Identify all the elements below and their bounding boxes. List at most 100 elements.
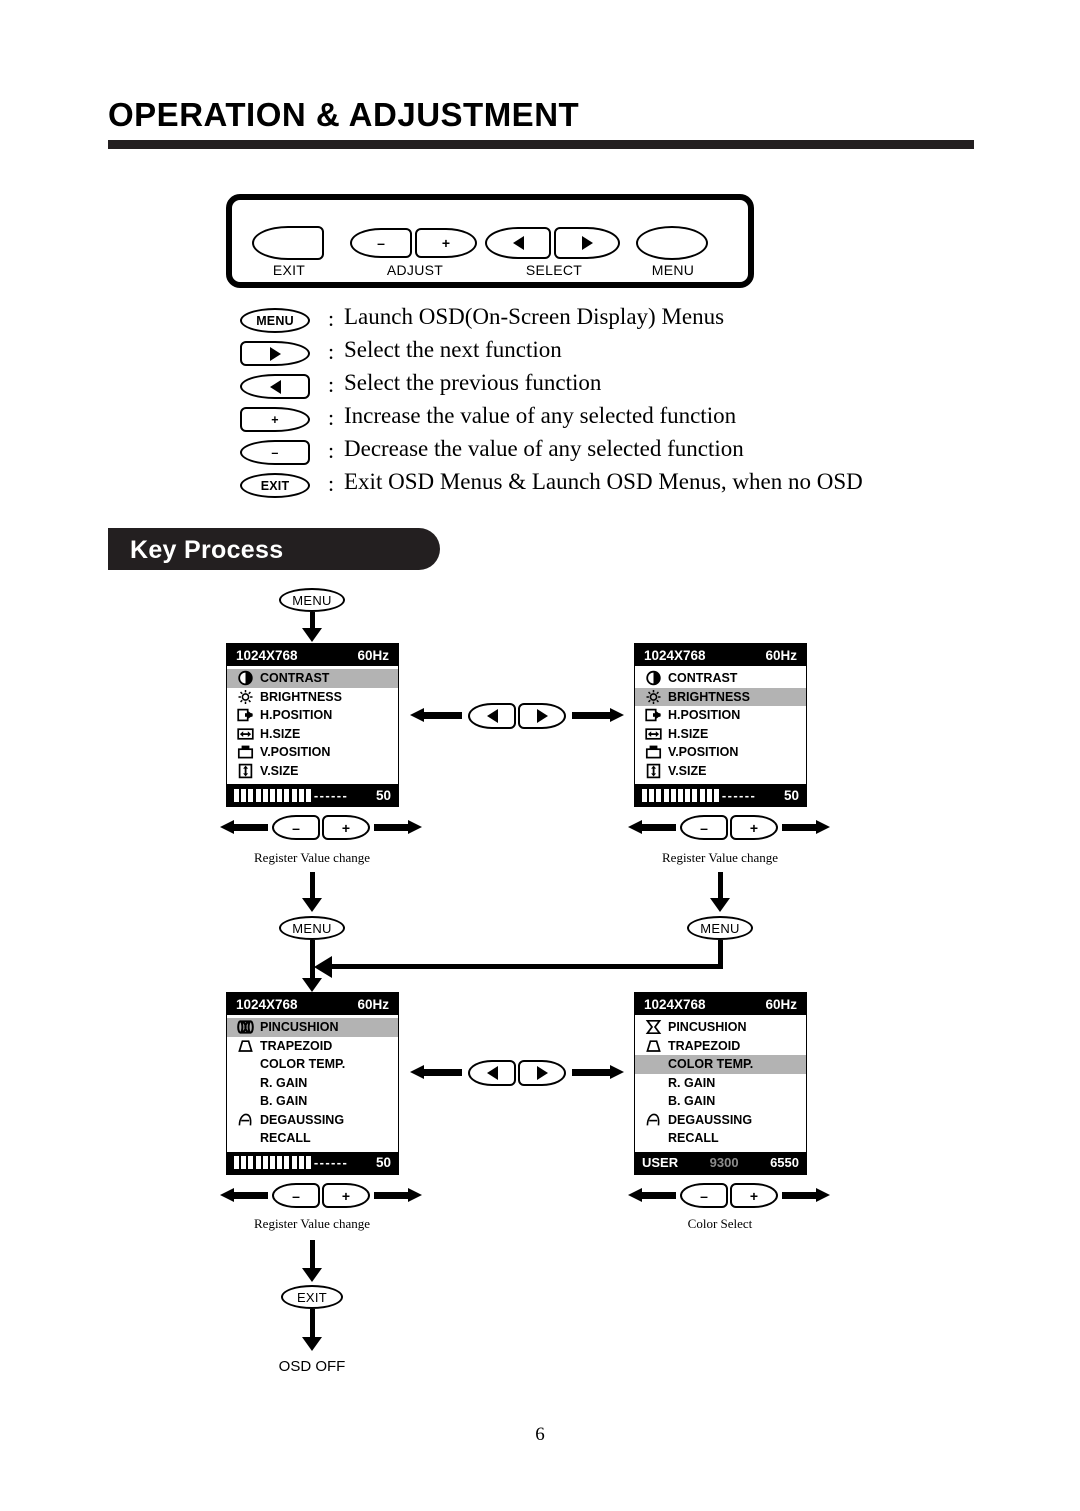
flow-adjust-minus-left[interactable]: –	[272, 815, 320, 840]
osd-menu-item[interactable]: TRAPEZOID	[227, 1037, 398, 1056]
flow-caption-register-value-change-right: Register Value change	[662, 850, 778, 865]
brightness-icon	[642, 689, 668, 705]
osd-menu-item-label: H.SIZE	[260, 726, 301, 741]
color-temp-option-6550[interactable]: 6550	[770, 1155, 799, 1170]
flow-exit-button[interactable]: EXIT	[281, 1285, 343, 1309]
osd-menu-item[interactable]: BRIGHTNESS	[227, 688, 398, 707]
exit-button[interactable]	[252, 226, 324, 260]
osd-menu-item-selected[interactable]: BRIGHTNESS	[635, 687, 806, 706]
osd-menu-item[interactable]: V.SIZE	[635, 762, 806, 781]
osd-menu-item[interactable]: V.SIZE	[227, 762, 398, 781]
osd-color-select-bar[interactable]: USER 9300 6550	[635, 1151, 806, 1174]
osd-menu-item[interactable]: TRAPEZOID	[635, 1037, 806, 1056]
osd-menu-item[interactable]: H.SIZE	[227, 725, 398, 744]
trapezoid-icon	[234, 1038, 260, 1054]
osd-menu-item-label: R. GAIN	[668, 1075, 716, 1090]
legend-description: Exit OSD Menus & Launch OSD Menus, when …	[344, 469, 863, 494]
legend-key-button[interactable]: EXIT	[240, 473, 310, 498]
flow-select-prev-button[interactable]	[468, 703, 516, 729]
right-arrow-button[interactable]	[554, 227, 620, 259]
button-glyph: –	[292, 819, 300, 836]
legend-colon: :	[328, 339, 335, 364]
flow-start-menu-button[interactable]: MENU	[279, 588, 345, 612]
trapezoid-icon	[642, 1038, 668, 1054]
legend-key-button[interactable]: –	[240, 440, 310, 465]
page-title: OPERATION & ADJUSTMENT	[108, 96, 580, 133]
flow-adjust-plus-left[interactable]: +	[322, 815, 370, 840]
flow-arrow-menu-left-to-panel3	[302, 978, 322, 992]
osd-menu-item[interactable]: DEGAUSSING	[635, 1111, 806, 1130]
osd-menu-item-label: R. GAIN	[260, 1075, 308, 1090]
osd-menu-item[interactable]: H.POSITION	[635, 706, 806, 725]
no-icon	[642, 1093, 668, 1109]
legend-row: : Select the previous function	[240, 370, 960, 405]
left-triangle-icon	[512, 236, 524, 250]
flow-arrow-return-head	[314, 955, 332, 978]
flow-adjust2-minus-left[interactable]: –	[272, 1183, 320, 1208]
button-glyph: +	[341, 819, 351, 836]
osd-menu-item-label: COLOR TEMP.	[260, 1057, 346, 1072]
osd-menu-item[interactable]: COLOR TEMP.	[227, 1055, 398, 1074]
osd-menu-item-selected[interactable]: COLOR TEMP.	[635, 1055, 806, 1074]
slider-filled-bars	[234, 1156, 311, 1169]
osd-menu-item-label: PINCUSHION	[260, 1020, 339, 1035]
osd-menu-item[interactable]: H.POSITION	[227, 706, 398, 725]
flow-arrow-adjust-left-left	[220, 820, 268, 834]
osd-menu-item[interactable]: H.SIZE	[635, 725, 806, 744]
plus-button[interactable]: +	[415, 228, 477, 258]
osd-header: 1024X768 60Hz	[635, 993, 806, 1015]
flow-arrow-menu-to-panel1	[302, 628, 322, 642]
osd-value-slider[interactable]: ------ 50	[227, 784, 398, 806]
flow-adjust2-plus-right[interactable]: +	[730, 1183, 778, 1208]
osd-menu-item[interactable]: RECALL	[227, 1129, 398, 1148]
osd-menu-item-label: RECALL	[668, 1131, 719, 1146]
button-glyph: +	[341, 1187, 351, 1204]
flow-adjust2-plus-left[interactable]: +	[322, 1183, 370, 1208]
legend-key-button[interactable]	[240, 374, 310, 399]
legend-key-glyph: –	[271, 445, 279, 460]
osd-value-slider[interactable]: ------ 50	[635, 784, 806, 806]
control-label-select: SELECT	[525, 262, 583, 278]
legend-key-glyph: MENU	[256, 313, 294, 328]
flow-adjust2-minus-right[interactable]: –	[680, 1183, 728, 1208]
osd-menu-item[interactable]: DEGAUSSING	[227, 1111, 398, 1130]
legend-key-button[interactable]: +	[240, 407, 310, 432]
color-temp-option-9300[interactable]: 9300	[710, 1155, 739, 1170]
osd-menu-item[interactable]: R. GAIN	[227, 1074, 398, 1093]
flow-adjust-plus-right[interactable]: +	[730, 815, 778, 840]
menu-button[interactable]	[636, 226, 708, 260]
flow-select-next-button[interactable]	[518, 703, 566, 729]
osd-menu-item[interactable]: V.POSITION	[635, 743, 806, 762]
osd-menu-item-label: COLOR TEMP.	[668, 1057, 754, 1072]
color-temp-option-user[interactable]: USER	[642, 1155, 678, 1170]
button-glyph: +	[749, 819, 759, 836]
osd-resolution: 1024X768	[644, 996, 706, 1012]
osd-menu-item[interactable]: B. GAIN	[635, 1092, 806, 1111]
page-number: 6	[535, 1424, 545, 1445]
osd-menu-item[interactable]: V.POSITION	[227, 743, 398, 762]
osd-menu-item[interactable]: CONTRAST	[635, 669, 806, 688]
flow-select-next-button-2[interactable]	[518, 1060, 566, 1086]
legend-row: –: Decrease the value of any selected fun…	[240, 436, 960, 471]
osd-value-slider[interactable]: ------ 50	[227, 1151, 398, 1174]
osd-menu-item[interactable]: PINCUSHION	[635, 1018, 806, 1037]
osd-menu-item-selected[interactable]: CONTRAST	[227, 669, 398, 688]
osd-menu-item[interactable]: RECALL	[635, 1129, 806, 1148]
flow-select-prev-button-2[interactable]	[468, 1060, 516, 1086]
minus-button[interactable]: –	[350, 228, 412, 258]
legend-key-button[interactable]	[240, 341, 310, 366]
button-glyph: –	[292, 1187, 300, 1204]
left-triangle-icon	[269, 379, 281, 394]
flow-adjust-minus-right[interactable]: –	[680, 815, 728, 840]
osd-menu-item[interactable]: B. GAIN	[227, 1092, 398, 1111]
legend-key-button[interactable]: MENU	[240, 308, 310, 333]
no-icon	[234, 1075, 260, 1091]
osd-refresh-rate: 60Hz	[765, 996, 797, 1012]
flow-menu-mid-left-button[interactable]: MENU	[279, 916, 345, 940]
flow-menu-mid-right-button[interactable]: MENU	[687, 916, 753, 940]
osd-menu-item[interactable]: R. GAIN	[635, 1074, 806, 1093]
no-icon	[642, 1075, 668, 1091]
control-label-menu: MENU	[651, 262, 695, 278]
osd-menu-item-selected[interactable]: PINCUSHION	[227, 1018, 398, 1037]
left-arrow-button[interactable]	[485, 227, 551, 259]
